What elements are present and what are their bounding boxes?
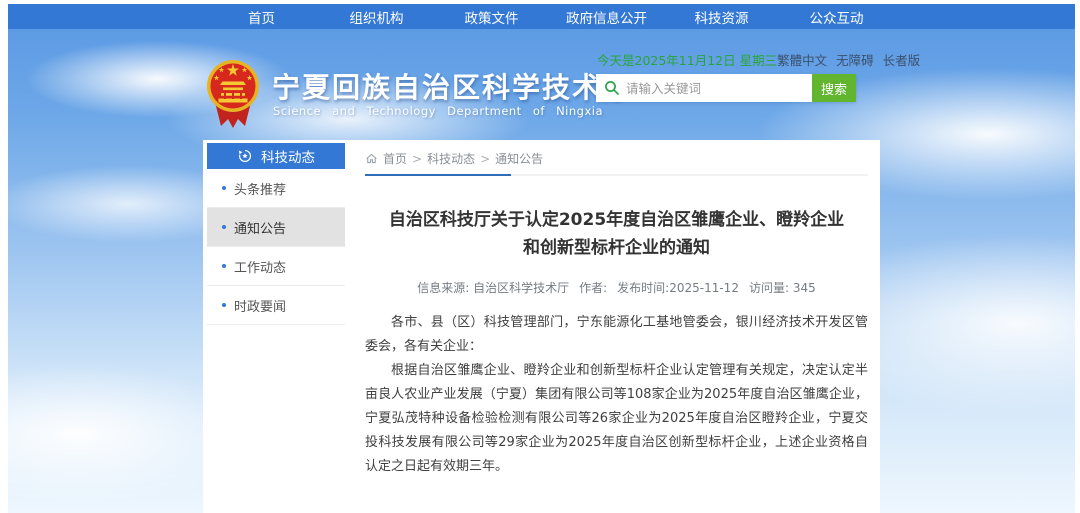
nav-item-organization[interactable]: 组织机构 — [319, 7, 434, 27]
article-main-column: 首页 > 科技动态 > 通知公告 自治区科技厅关于认定2025年度自治区雏鹰企业… — [365, 140, 868, 513]
breadcrumb-tech-news[interactable]: 科技动态 — [427, 150, 475, 167]
search-bar: 搜索 — [596, 74, 856, 102]
breadcrumb-notices[interactable]: 通知公告 — [495, 150, 543, 167]
top-utility-bar: 今天是2025年11月12日 星期三 繁體中文 无障碍 长者版 — [597, 51, 870, 67]
sidebar-header: 科技动态 — [207, 143, 345, 169]
breadcrumb-divider — [365, 174, 868, 176]
sidebar-item-current-politics[interactable]: 时政要闻 — [207, 286, 345, 325]
sidebar-list: 头条推荐 通知公告 工作动态 时政要闻 — [207, 169, 345, 325]
content-card: 科技动态 头条推荐 通知公告 工作动态 时政要闻 — [203, 140, 880, 513]
top-navigation: 首页 组织机构 政策文件 政府信息公开 科技资源 公众互动 — [8, 4, 1075, 29]
sidebar-item-label: 头条推荐 — [234, 179, 286, 198]
link-accessibility[interactable]: 无障碍 — [836, 50, 874, 69]
sidebar-item-headline-recommend[interactable]: 头条推荐 — [207, 169, 345, 208]
breadcrumb-separator: > — [412, 152, 422, 166]
sidebar-item-notices[interactable]: 通知公告 — [207, 208, 345, 247]
nav-item-public-interaction[interactable]: 公众互动 — [779, 7, 894, 27]
national-emblem-logo — [205, 56, 261, 130]
bullet-dot-icon — [222, 186, 226, 190]
nav-item-policy-documents[interactable]: 政策文件 — [434, 7, 549, 27]
article-meta: 信息来源: 自治区科学技术厅 作者: 发布时间:2025-11-12 访问量: … — [365, 279, 868, 296]
home-icon — [365, 152, 378, 165]
sidebar-item-work-updates[interactable]: 工作动态 — [207, 247, 345, 286]
link-elderly-version[interactable]: 长者版 — [883, 50, 921, 69]
sidebar-item-label: 时政要闻 — [234, 296, 286, 315]
sidebar-item-label: 通知公告 — [234, 218, 286, 237]
article-title: 自治区科技厅关于认定2025年度自治区雏鹰企业、瞪羚企业和创新型标杆企业的通知 — [382, 206, 852, 262]
nav-item-tech-resources[interactable]: 科技资源 — [664, 7, 779, 27]
today-date: 今天是2025年11月12日 星期三 — [597, 50, 777, 69]
sidebar-item-label: 工作动态 — [234, 257, 286, 276]
meta-source: 信息来源: 自治区科学技术厅 — [417, 279, 569, 296]
meta-author: 作者: — [579, 279, 607, 296]
site-title: 宁夏回族自治区科学技术厅 — [272, 66, 632, 106]
breadcrumb: 首页 > 科技动态 > 通知公告 — [365, 150, 868, 167]
article-paragraph: 各市、县（区）科技管理部门，宁东能源化工基地管委会，银川经济技术开发区管委会，各… — [365, 311, 868, 359]
search-icon — [604, 80, 620, 96]
nav-item-gov-info-disclosure[interactable]: 政府信息公开 — [549, 7, 664, 27]
bullet-dot-icon — [222, 264, 226, 268]
bullet-dot-icon — [222, 303, 226, 307]
breadcrumb-home[interactable]: 首页 — [383, 150, 407, 167]
article-body: 各市、县（区）科技管理部门，宁东能源化工基地管委会，银川经济技术开发区管委会，各… — [365, 311, 868, 479]
meta-visit-count: 访问量: 345 — [749, 279, 816, 296]
search-input[interactable] — [596, 74, 812, 102]
link-traditional-chinese[interactable]: 繁體中文 — [777, 50, 827, 69]
nav-item-home[interactable]: 首页 — [204, 7, 319, 27]
sidebar-title: 科技动态 — [261, 146, 315, 166]
search-button[interactable]: 搜索 — [812, 74, 856, 102]
meta-publish-time: 发布时间:2025-11-12 — [617, 279, 739, 296]
site-subtitle-english: Science and Technology Department of Nin… — [273, 104, 603, 118]
bullet-dot-icon — [222, 225, 226, 229]
breadcrumb-separator: > — [480, 152, 490, 166]
tech-news-icon — [237, 148, 253, 164]
breadcrumb-divider-accent — [365, 174, 511, 176]
sidebar: 科技动态 头条推荐 通知公告 工作动态 时政要闻 — [207, 143, 345, 325]
article-paragraph: 根据自治区雏鹰企业、瞪羚企业和创新型标杆企业认定管理有关规定，决定认定半亩良人农… — [365, 359, 868, 479]
